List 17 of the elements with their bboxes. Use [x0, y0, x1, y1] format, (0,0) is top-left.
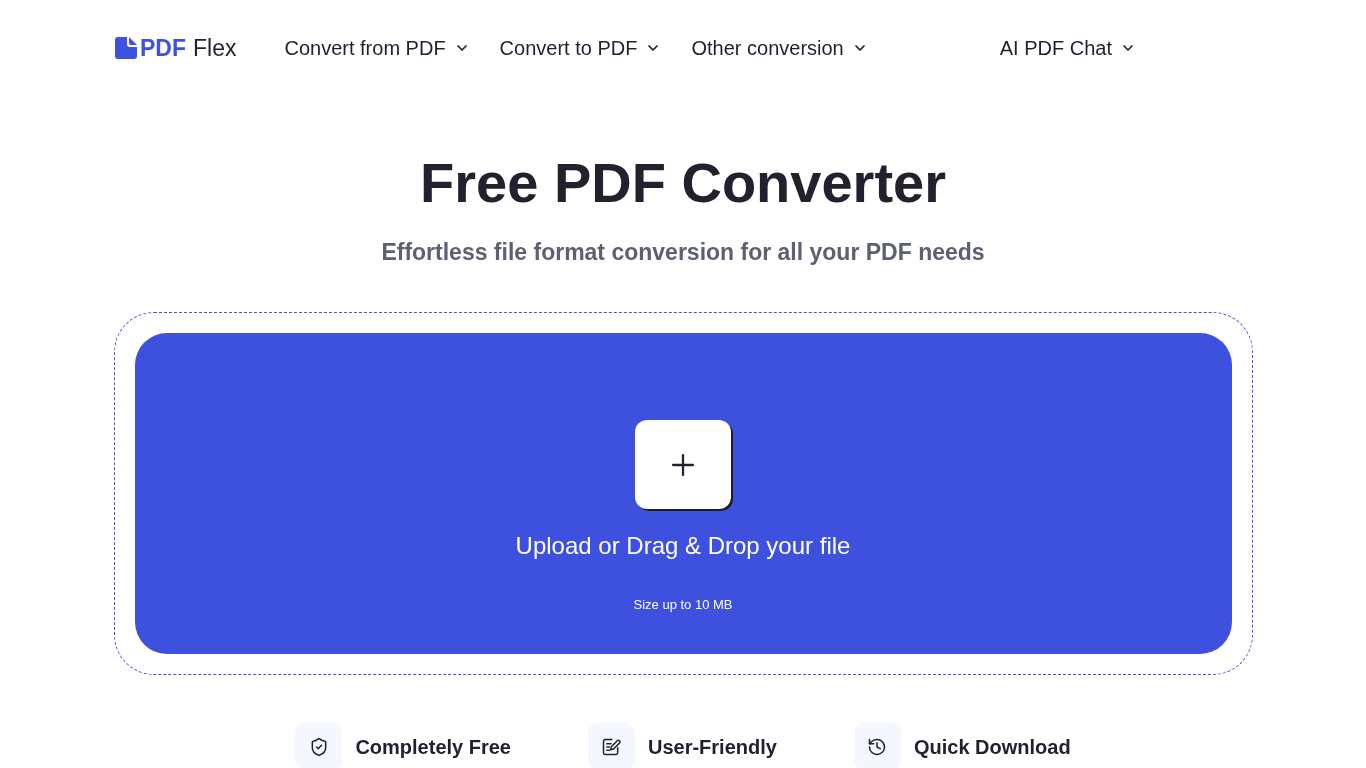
feature-label: Completely Free: [355, 734, 511, 760]
nav-menu-button[interactable]: Convert from PDF: [284, 34, 470, 62]
upload-prompt: Upload or Drag & Drop your file: [515, 531, 851, 561]
edit-note-icon: [601, 736, 622, 757]
page-subtitle: Effortless file format conversion for all your PDF needs: [381, 238, 985, 267]
nav-menu-button[interactable]: Convert to PDF: [499, 34, 662, 62]
feature-label: User-Friendly: [648, 734, 777, 760]
add-file-button[interactable]: [635, 420, 731, 509]
document-icon: [115, 37, 137, 59]
nav-menu-button[interactable]: Other conversion: [691, 34, 868, 62]
size-limit-note: Size up to 10 MB: [633, 597, 733, 613]
nav-menu-button[interactable]: AI PDF Chat: [999, 34, 1136, 62]
feature-label: Quick Download: [913, 734, 1071, 760]
page-title: Free PDF Converter: [420, 153, 946, 213]
history-icon: [867, 736, 888, 757]
logo-link[interactable]: PDF Flex: [115, 34, 237, 62]
upload-drop-zone[interactable]: Upload or Drag & Drop your file Size up to 10 MB: [134, 333, 1232, 654]
